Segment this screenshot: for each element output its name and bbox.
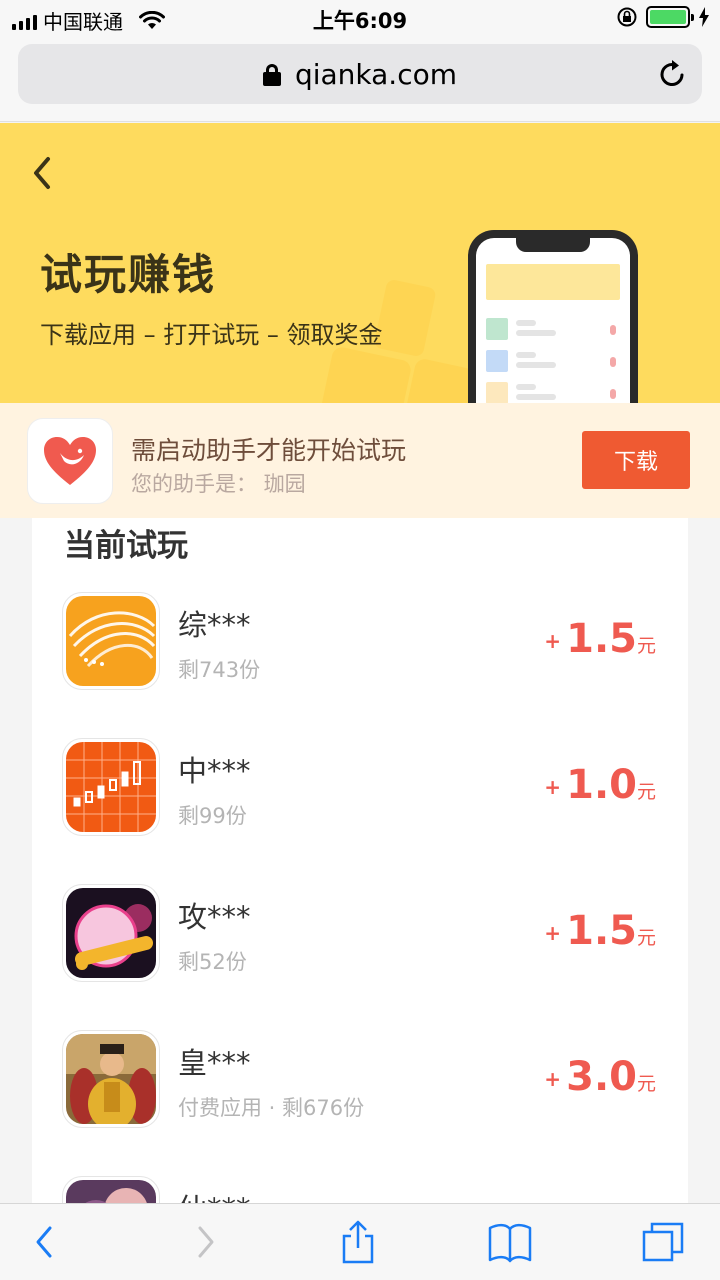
address-bar-area: qianka.com [0,38,720,122]
app-icon [62,1030,160,1128]
charging-icon [699,7,709,27]
list-item[interactable]: 中*** 剩99份 + 1.0元 [32,738,688,838]
list-item[interactable]: 皇*** 付费应用 · 剩676份 + 3.0元 [32,1030,688,1130]
app-icon [62,592,160,690]
app-name: 中*** [178,754,251,788]
download-button[interactable]: 下载 [582,431,690,489]
back-icon[interactable] [22,1220,70,1264]
helper-subtitle: 您的助手是： 珈园 [131,472,306,496]
list-item[interactable]: 仙*** [32,1176,688,1204]
list-item[interactable]: 综*** 剩743份 + 1.5元 [32,592,688,692]
address-bar[interactable]: qianka.com [18,44,702,104]
status-bar: 中国联通 上午6:09 [0,0,720,38]
reload-icon[interactable] [656,58,688,90]
lock-icon [262,64,281,86]
app-icon [62,738,160,836]
page-subtitle: 下载应用 – 打开试玩 – 领取奖金 [40,321,383,349]
helper-app-icon [27,418,113,504]
orientation-lock-icon [617,7,637,27]
tabs-icon[interactable] [640,1220,688,1264]
share-icon[interactable] [334,1220,382,1264]
forward-icon[interactable] [180,1220,228,1264]
battery-icon [646,6,694,28]
app-name: 仙*** [178,1186,251,1204]
app-icon [62,884,160,982]
reward-amount: + 1.5元 [544,908,656,954]
reward-amount: + 3.0元 [544,1054,656,1100]
phone-illustration [468,230,638,403]
reward-amount: + 1.5元 [544,616,656,662]
helper-title: 需启动助手才能开始试玩 [131,436,407,465]
page-title: 试玩赚钱 [40,250,217,299]
list-item[interactable]: 攻*** 剩52份 + 1.5元 [32,884,688,984]
reward-amount: + 1.0元 [544,762,656,808]
helper-banner: 需启动助手才能开始试玩 您的助手是： 珈园 下载 [0,403,720,518]
app-meta: 剩99份 [178,804,247,828]
app-meta: 剩743份 [178,658,261,682]
app-meta: 剩52份 [178,950,247,974]
app-meta: 付费应用 · 剩676份 [178,1096,365,1120]
url-text: qianka.com [294,58,458,91]
hero-banner: 试玩赚钱 下载应用 – 打开试玩 – 领取奖金 [0,123,720,403]
app-icon [62,1176,160,1204]
app-name: 皇*** [178,1046,251,1080]
current-trials-card: 当前试玩 综*** 剩743份 + 1.5元 中*** 剩99份 + 1.0元 … [32,518,688,1204]
heart-logo-icon [44,437,96,485]
section-title: 当前试玩 [64,528,188,564]
bookmarks-icon[interactable] [486,1220,534,1264]
app-name: 综*** [178,608,251,642]
clock: 上午6:09 [312,9,408,33]
browser-toolbar [0,1203,720,1280]
app-name: 攻*** [178,900,251,934]
back-icon[interactable] [28,153,58,193]
